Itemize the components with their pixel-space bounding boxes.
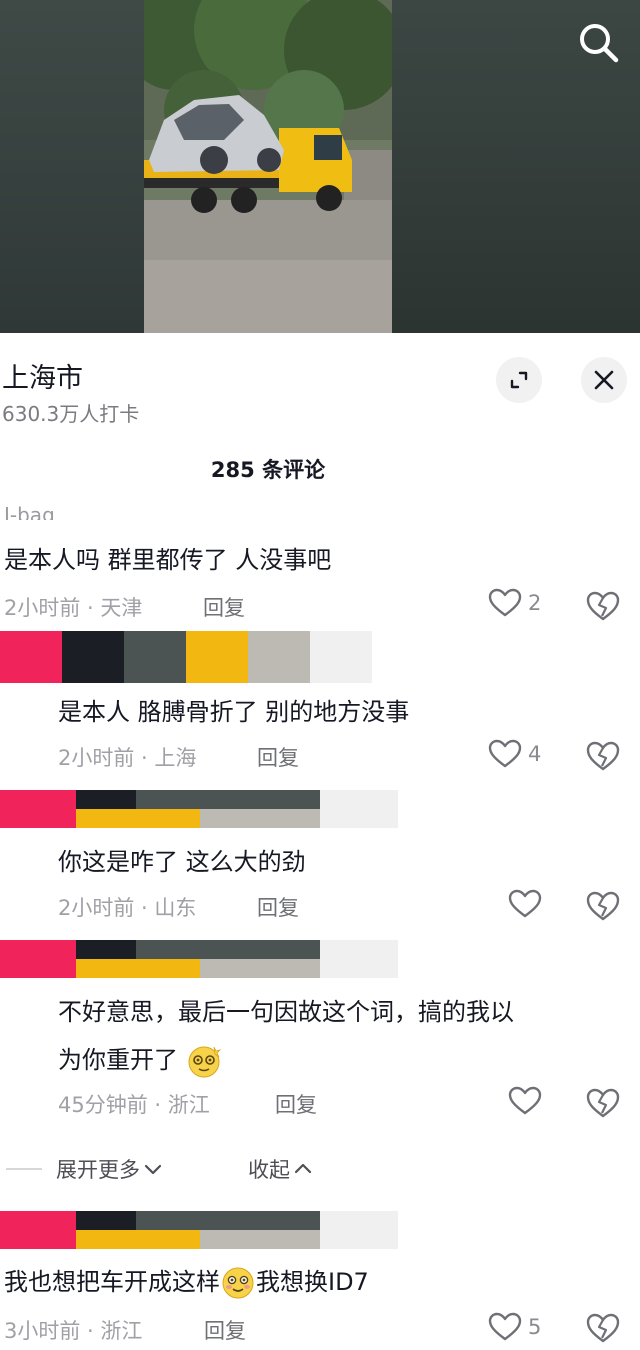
comment-text-segment: 我也想把车开成这样 <box>4 1268 220 1296</box>
thread-divider-line <box>6 1168 42 1170</box>
search-icon <box>580 24 619 63</box>
reply-button[interactable]: 回复 <box>203 592 245 622</box>
heart-outline-icon <box>488 1312 522 1341</box>
comment-count-title: 285 条评论 <box>210 458 326 482</box>
comment-meta: 2小时前 · 上海 <box>58 746 197 770</box>
like-button[interactable] <box>508 889 548 919</box>
like-count: 4 <box>528 742 542 766</box>
chevron-down-icon <box>144 1164 162 1175</box>
comment-meta: 2小时前 · 山东 <box>58 896 197 920</box>
dizzy-face-emoji-icon <box>188 1046 221 1078</box>
reply-button[interactable]: 回复 <box>257 892 299 922</box>
redacted-author-bar <box>0 790 398 828</box>
like-button[interactable]: 4 <box>488 739 541 769</box>
comment-meta: 45分钟前 · 浙江 <box>58 1093 210 1117</box>
close-button[interactable] <box>581 357 627 403</box>
comment-text-line-2: 为你重开了 <box>58 1040 222 1079</box>
redacted-author-bar <box>0 631 372 683</box>
expand-more-label: 展开更多 <box>56 1158 140 1182</box>
location-title[interactable]: 上海市 <box>2 356 83 395</box>
broken-heart-icon[interactable] <box>586 740 620 772</box>
comment-text-segment: 我想换ID7 <box>256 1268 369 1296</box>
replies-toggle-row: 展开更多 收起 <box>0 1150 640 1186</box>
tow-truck-scene-image <box>144 0 392 333</box>
shy-smile-emoji-icon <box>222 1267 254 1299</box>
video-frame <box>144 0 392 333</box>
like-count: 2 <box>528 591 542 615</box>
redacted-author-bar <box>0 940 398 978</box>
collapse-label: 收起 <box>248 1158 290 1182</box>
broken-heart-icon[interactable] <box>586 890 620 922</box>
comment-text: 是本人吗 群里都传了 人没事吧 <box>4 546 332 574</box>
comment-author-name[interactable]: I-bag <box>4 498 55 520</box>
collapse-button[interactable]: 收起 <box>248 1154 314 1184</box>
video-player[interactable] <box>0 0 640 333</box>
broken-heart-icon[interactable] <box>586 1312 620 1344</box>
search-button[interactable] <box>576 20 622 66</box>
video-blur-left <box>0 0 144 333</box>
reply-button[interactable]: 回复 <box>275 1089 317 1119</box>
like-button[interactable]: 2 <box>488 588 541 618</box>
comment-meta: 2小时前 · 天津 <box>4 596 143 620</box>
comment-text-segment: 为你重开了 <box>58 1046 178 1074</box>
broken-heart-icon[interactable] <box>586 590 620 622</box>
heart-outline-icon <box>488 739 522 768</box>
comment-text: 你这是咋了 这么大的劲 <box>58 848 306 876</box>
redacted-author-bar <box>0 1211 398 1249</box>
chevron-up-icon <box>294 1163 312 1174</box>
broken-heart-icon[interactable] <box>586 1087 620 1119</box>
heart-outline-icon <box>508 1086 542 1115</box>
comment-text-line-1: 不好意思，最后一句因故这个词，搞的我以 <box>58 998 514 1026</box>
reply-button[interactable]: 回复 <box>204 1315 246 1345</box>
reply-button[interactable]: 回复 <box>257 742 299 772</box>
comment-text: 是本人 胳膊骨折了 别的地方没事 <box>58 698 410 726</box>
heart-outline-icon <box>488 588 522 617</box>
like-count: 5 <box>528 1315 542 1339</box>
like-button[interactable]: 5 <box>488 1312 541 1342</box>
comment-text: 我也想把车开成这样 我想换ID7 <box>4 1262 369 1301</box>
expand-more-button[interactable]: 展开更多 <box>56 1154 164 1184</box>
close-icon <box>594 370 614 390</box>
comment-meta: 3小时前 · 浙江 <box>4 1319 143 1343</box>
expand-icon <box>510 371 528 389</box>
checkin-count: 630.3万人打卡 <box>2 402 140 426</box>
heart-outline-icon <box>508 889 542 918</box>
like-button[interactable] <box>508 1086 548 1116</box>
expand-button[interactable] <box>496 357 542 403</box>
